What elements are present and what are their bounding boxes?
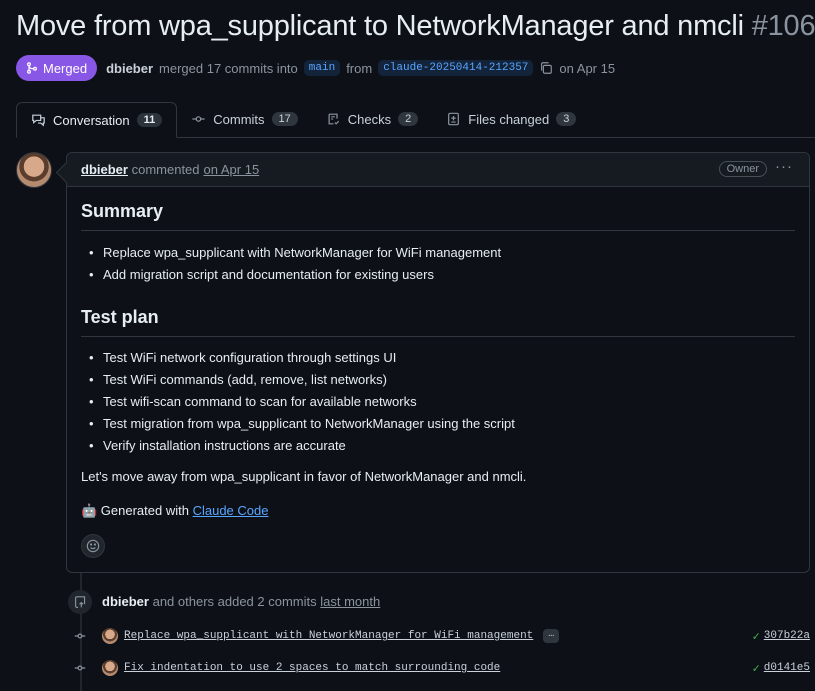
tab-checks[interactable]: Checks 2 — [312, 101, 432, 137]
tab-conversation-count: 11 — [136, 113, 163, 127]
generated-with-line: 🤖 Generated with Claude Code — [81, 503, 268, 519]
git-commit-icon — [70, 630, 90, 642]
pr-author[interactable]: dbieber — [106, 61, 153, 76]
claude-code-link[interactable]: Claude Code — [193, 503, 269, 518]
pr-date: on Apr 15 — [559, 60, 616, 76]
pr-title: Move from wpa_supplicant to NetworkManag… — [16, 10, 815, 43]
list-item: Add migration script and documentation f… — [89, 264, 501, 286]
commit-row: Fix indentation to use 2 spaces to match… — [70, 657, 810, 679]
generated-prefix: 🤖 Generated with — [81, 503, 189, 518]
git-commit-icon — [70, 662, 90, 674]
tab-checks-count: 2 — [398, 112, 419, 126]
comment-header: dbieber commented on Apr 15 Owner ··· — [67, 153, 809, 187]
git-merge-icon — [27, 62, 37, 74]
tab-commits-count: 17 — [271, 112, 298, 126]
avatar[interactable] — [16, 152, 52, 188]
from-text: from — [346, 60, 373, 76]
commit-row: Replace wpa_supplicant with NetworkManag… — [70, 625, 810, 647]
checklist-icon — [326, 112, 341, 126]
tab-conversation-label: Conversation — [53, 112, 130, 128]
tab-files-changed-count: 3 — [556, 112, 577, 126]
smiley-icon — [86, 539, 100, 553]
comment-date[interactable]: on Apr 15 — [204, 162, 260, 177]
comment-menu-button[interactable]: ··· — [775, 158, 793, 175]
commit-sha-link[interactable]: 307b22a — [764, 630, 810, 642]
commit-message-link[interactable]: Replace wpa_supplicant with NetworkManag… — [124, 630, 533, 642]
event-author[interactable]: dbieber — [102, 594, 149, 609]
list-item: Test wifi-scan command to scan for avail… — [89, 391, 515, 413]
check-icon[interactable]: ✓ — [753, 629, 760, 644]
add-reaction-button[interactable] — [81, 534, 105, 558]
commit-sha-link[interactable]: d0141e5 — [764, 662, 810, 674]
event-time[interactable]: last month — [320, 594, 380, 609]
pr-description-comment: dbieber commented on Apr 15 Owner ··· Su… — [66, 152, 810, 573]
file-diff-icon — [446, 112, 461, 126]
tab-commits[interactable]: Commits 17 — [177, 101, 312, 137]
comment-action: commented — [131, 162, 200, 177]
summary-list: Replace wpa_supplicant with NetworkManag… — [89, 242, 501, 286]
comment-discussion-icon — [31, 113, 46, 127]
test-plan-heading: Test plan — [81, 307, 795, 337]
list-item: Verify installation instructions are acc… — [89, 435, 515, 457]
avatar[interactable] — [102, 628, 118, 644]
check-icon[interactable]: ✓ — [753, 661, 760, 676]
summary-heading: Summary — [81, 201, 795, 231]
tab-files-changed[interactable]: Files changed 3 — [432, 101, 590, 137]
list-item: Test WiFi network configuration through … — [89, 347, 515, 369]
commit-message-link[interactable]: Fix indentation to use 2 spaces to match… — [124, 662, 500, 674]
test-plan-list: Test WiFi network configuration through … — [89, 347, 515, 457]
tab-conversation[interactable]: Conversation 11 — [16, 102, 178, 138]
commits-event: dbieber and others added 2 commits last … — [102, 594, 380, 609]
git-commit-icon — [191, 112, 206, 126]
avatar[interactable] — [102, 660, 118, 676]
list-item: Test WiFi commands (add, remove, list ne… — [89, 369, 515, 391]
comment-paragraph: Let's move away from wpa_supplicant in f… — [81, 469, 527, 484]
comment-author[interactable]: dbieber — [81, 162, 128, 177]
tab-commits-label: Commits — [213, 111, 265, 127]
expand-commit-button[interactable]: … — [543, 629, 560, 643]
owner-badge: Owner — [718, 161, 767, 177]
merged-label: Merged — [43, 60, 88, 76]
base-branch[interactable]: main — [303, 60, 341, 76]
head-branch[interactable]: claude-20250414-212357 — [378, 60, 534, 76]
copy-icon[interactable] — [539, 61, 553, 75]
pr-tabs: Conversation 11 Commits 17 Checks 2 File… — [16, 102, 815, 138]
list-item: Replace wpa_supplicant with NetworkManag… — [89, 242, 501, 264]
pr-number: #106 — [751, 10, 815, 42]
tab-files-changed-label: Files changed — [468, 111, 550, 127]
repo-push-icon — [68, 590, 92, 614]
event-text: and others added 2 commits — [152, 594, 317, 609]
tab-checks-label: Checks — [347, 111, 392, 127]
pr-meta: Merged dbieber merged 17 commits into ma… — [16, 54, 615, 82]
list-item: Test migration from wpa_supplicant to Ne… — [89, 413, 515, 435]
merged-badge: Merged — [16, 55, 98, 81]
merge-text: merged 17 commits into — [159, 60, 298, 76]
pr-title-text: Move from wpa_supplicant to NetworkManag… — [16, 10, 744, 42]
